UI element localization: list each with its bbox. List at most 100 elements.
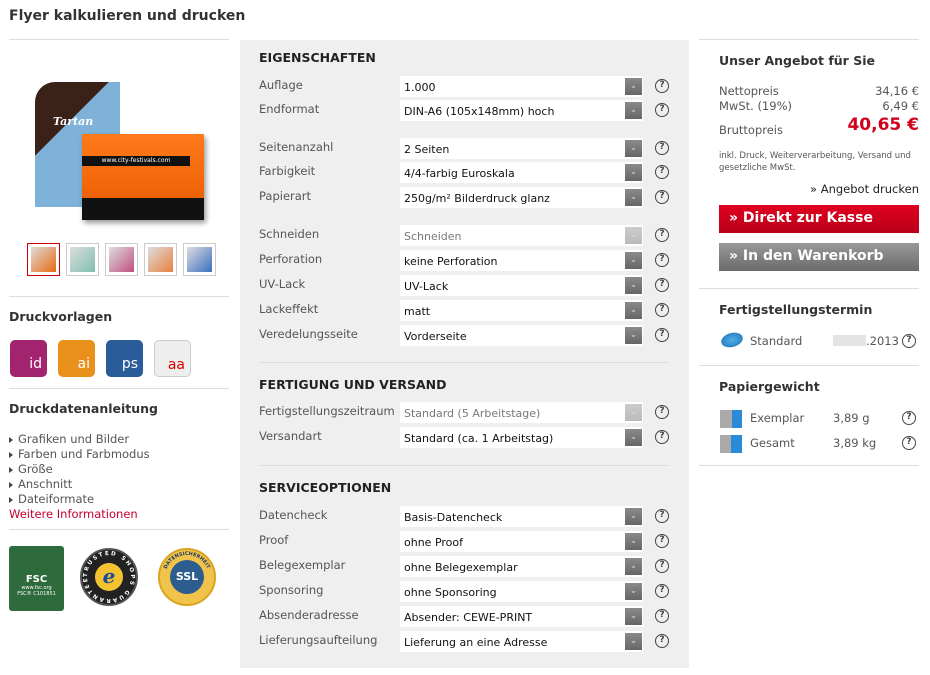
product-thumbnail[interactable] bbox=[66, 243, 99, 276]
seitenanzahl-select[interactable]: 2 Seiten ⌄ bbox=[400, 138, 643, 159]
papierart-select[interactable]: 250g/m² Bilderdruck glanz ⌄ bbox=[400, 187, 643, 208]
schneiden-label: Schneiden bbox=[259, 227, 320, 241]
help-icon[interactable]: ? bbox=[902, 411, 916, 425]
help-icon[interactable]: ? bbox=[655, 405, 669, 419]
veredelungsseite-label: Veredelungsseite bbox=[259, 327, 358, 341]
help-icon[interactable]: ? bbox=[902, 436, 916, 450]
fsc-logo: FSC www.fsc.org FSC® C101851 bbox=[9, 546, 64, 611]
chevron-down-icon[interactable]: ⌄ bbox=[625, 140, 642, 157]
endformat-select[interactable]: DIN-A6 (105x148mm) hoch ⌄ bbox=[400, 100, 643, 121]
absenderadresse-value: Absender: CEWE-PRINT bbox=[404, 611, 533, 624]
help-icon[interactable]: ? bbox=[655, 584, 669, 598]
fertigstellungszeitraum-select: Standard (5 Arbeitstage) ⌄ bbox=[400, 402, 643, 423]
chevron-down-icon[interactable]: ⌄ bbox=[625, 302, 642, 319]
help-icon[interactable]: ? bbox=[655, 509, 669, 523]
page-title: Flyer kalkulieren und drucken bbox=[9, 8, 246, 24]
chevron-down-icon[interactable]: ⌄ bbox=[625, 277, 642, 294]
thumbnail-image bbox=[109, 247, 134, 272]
help-icon[interactable]: ? bbox=[655, 165, 669, 179]
guide-link[interactable]: Anschnitt bbox=[9, 477, 150, 492]
lackeffekt-label: Lackeffekt bbox=[259, 302, 319, 316]
help-icon[interactable]: ? bbox=[655, 430, 669, 444]
divider bbox=[699, 288, 919, 289]
help-icon[interactable]: ? bbox=[655, 79, 669, 93]
lieferungsaufteilung-label: Lieferungsaufteilung bbox=[259, 633, 378, 647]
help-icon[interactable]: ? bbox=[655, 559, 669, 573]
lackeffekt-value: matt bbox=[404, 305, 431, 318]
help-icon[interactable]: ? bbox=[655, 278, 669, 292]
checkout-button[interactable]: » Direkt zur Kasse bbox=[719, 205, 919, 233]
sponsoring-select[interactable]: ohne Sponsoring ⌄ bbox=[400, 581, 643, 602]
chevron-down-icon[interactable]: ⌄ bbox=[625, 78, 642, 95]
more-info-link[interactable]: Weitere Informationen bbox=[9, 507, 138, 521]
guide-link[interactable]: Farben und Farbmodus bbox=[9, 447, 150, 462]
section-heading: SERVICEOPTIONEN bbox=[259, 480, 392, 495]
chevron-down-icon[interactable]: ⌄ bbox=[625, 533, 642, 550]
template-ps-icon[interactable]: ps bbox=[106, 340, 143, 377]
vat-label: MwSt. (19%) bbox=[719, 99, 792, 113]
chevron-down-icon[interactable]: ⌄ bbox=[625, 164, 642, 181]
farbigkeit-select[interactable]: 4/4-farbig Euroskala ⌄ bbox=[400, 162, 643, 183]
guide-link[interactable]: Grafiken und Bilder bbox=[9, 432, 150, 447]
chevron-down-icon[interactable]: ⌄ bbox=[625, 102, 642, 119]
template-ai-icon[interactable]: ai bbox=[58, 340, 95, 377]
help-icon[interactable]: ? bbox=[655, 253, 669, 267]
absenderadresse-select[interactable]: Absender: CEWE-PRINT ⌄ bbox=[400, 606, 643, 627]
seitenanzahl-value: 2 Seiten bbox=[404, 143, 450, 156]
datencheck-select[interactable]: Basis-Datencheck ⌄ bbox=[400, 506, 643, 527]
product-thumbnail[interactable] bbox=[183, 243, 216, 276]
template-id-icon[interactable]: id bbox=[10, 340, 47, 377]
chevron-down-icon[interactable]: ⌄ bbox=[625, 558, 642, 575]
lieferungsaufteilung-select[interactable]: Lieferung an eine Adresse ⌄ bbox=[400, 631, 643, 652]
veredelungsseite-select[interactable]: Vorderseite ⌄ bbox=[400, 325, 643, 346]
papierart-value: 250g/m² Bilderdruck glanz bbox=[404, 192, 550, 205]
auflage-label: Auflage bbox=[259, 78, 303, 92]
help-icon[interactable]: ? bbox=[655, 103, 669, 117]
chevron-down-icon[interactable]: ⌄ bbox=[625, 508, 642, 525]
print-offer-link[interactable]: » Angebot drucken bbox=[810, 182, 919, 196]
endformat-label: Endformat bbox=[259, 102, 320, 116]
product-thumbnail[interactable] bbox=[27, 243, 60, 276]
proof-select[interactable]: ohne Proof ⌄ bbox=[400, 531, 643, 552]
help-icon[interactable]: ? bbox=[655, 609, 669, 623]
chevron-down-icon[interactable]: ⌄ bbox=[625, 189, 642, 206]
add-to-cart-button[interactable]: » In den Warenkorb bbox=[719, 243, 919, 271]
guide-links: Grafiken und Bilder Farben und Farbmodus… bbox=[9, 432, 150, 522]
hero-url-text: www.city-festivals.com bbox=[82, 156, 190, 166]
help-icon[interactable]: ? bbox=[902, 334, 916, 348]
help-icon[interactable]: ? bbox=[655, 190, 669, 204]
help-icon[interactable]: ? bbox=[655, 228, 669, 242]
schneiden-select: Schneiden ⌄ bbox=[400, 225, 643, 246]
chevron-down-icon[interactable]: ⌄ bbox=[625, 429, 642, 446]
help-icon[interactable]: ? bbox=[655, 328, 669, 342]
net-price: 34,16 € bbox=[875, 84, 919, 98]
perforation-label: Perforation bbox=[259, 252, 323, 266]
chevron-down-icon[interactable]: ⌄ bbox=[625, 583, 642, 600]
hero-tartan-text: Tartan bbox=[53, 115, 94, 128]
versandart-select[interactable]: Standard (ca. 1 Arbeitstag) ⌄ bbox=[400, 427, 643, 448]
help-icon[interactable]: ? bbox=[655, 634, 669, 648]
uvlack-value: UV-Lack bbox=[404, 280, 449, 293]
chevron-down-icon[interactable]: ⌄ bbox=[625, 633, 642, 650]
versandart-label: Versandart bbox=[259, 429, 322, 443]
sponsoring-label: Sponsoring bbox=[259, 583, 324, 597]
guide-link[interactable]: Größe bbox=[9, 462, 150, 477]
guide-link[interactable]: Dateiformate bbox=[9, 492, 150, 507]
help-icon[interactable]: ? bbox=[655, 303, 669, 317]
uvlack-select[interactable]: UV-Lack ⌄ bbox=[400, 275, 643, 296]
help-icon[interactable]: ? bbox=[655, 141, 669, 155]
weight-value: 3,89 kg bbox=[833, 436, 877, 450]
product-thumbnail[interactable] bbox=[105, 243, 138, 276]
belegexemplar-select[interactable]: ohne Belegexemplar ⌄ bbox=[400, 556, 643, 577]
chevron-down-icon[interactable]: ⌄ bbox=[625, 252, 642, 269]
veredelungsseite-value: Vorderseite bbox=[404, 330, 467, 343]
lackeffekt-select[interactable]: matt ⌄ bbox=[400, 300, 643, 321]
chevron-down-icon[interactable]: ⌄ bbox=[625, 327, 642, 344]
perforation-select[interactable]: keine Perforation ⌄ bbox=[400, 250, 643, 271]
thumbnail-image bbox=[31, 247, 56, 272]
auflage-select[interactable]: 1.000 ⌄ bbox=[400, 76, 643, 97]
product-thumbnail[interactable] bbox=[144, 243, 177, 276]
template-aa-icon[interactable]: aa bbox=[154, 340, 191, 377]
chevron-down-icon[interactable]: ⌄ bbox=[625, 608, 642, 625]
help-icon[interactable]: ? bbox=[655, 534, 669, 548]
